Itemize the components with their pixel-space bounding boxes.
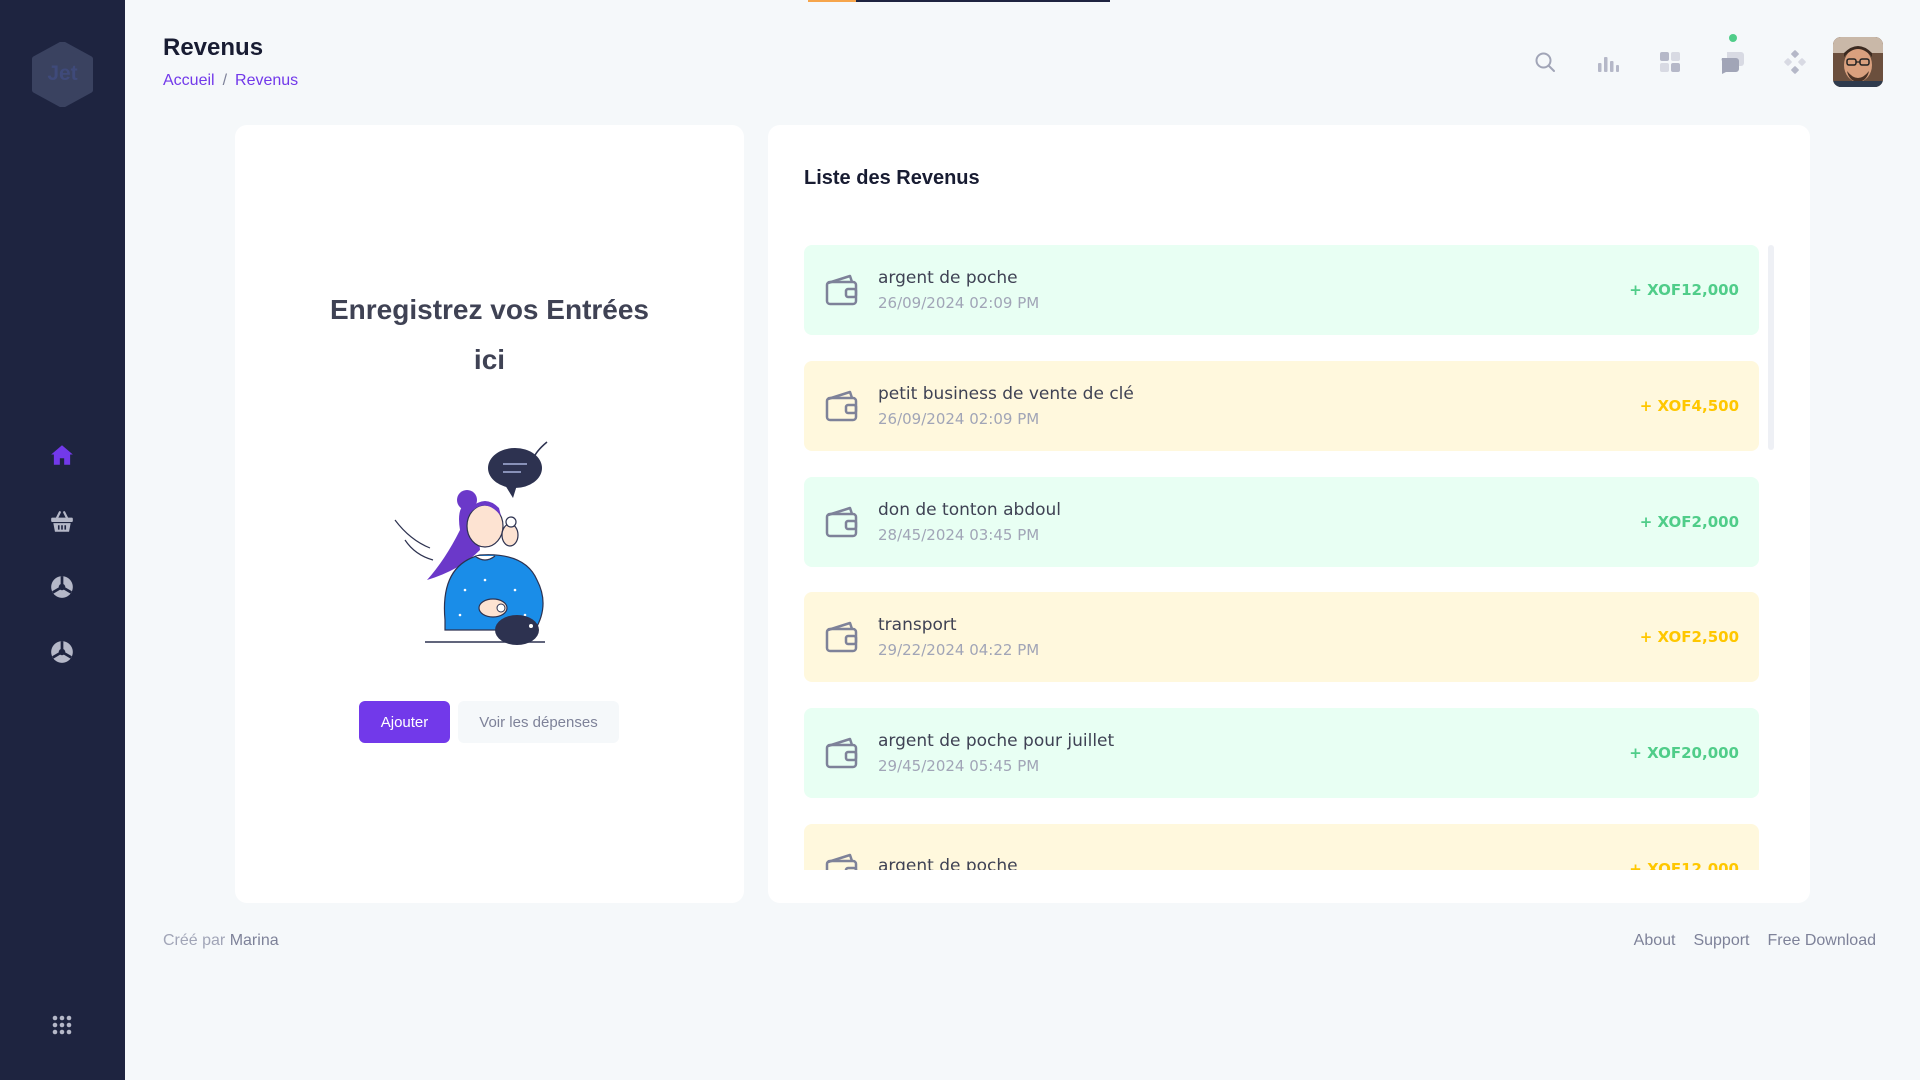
revenue-list-title: Liste des Revenus (804, 167, 980, 189)
diamond-icon (1784, 50, 1806, 74)
logo[interactable]: Jet (32, 42, 93, 107)
revenue-item-name: argent de poche pour juillet (878, 731, 1115, 751)
basket-icon (51, 511, 73, 532)
revenue-item-name: argent de poche (878, 268, 1018, 288)
footer-link-about[interactable]: About (1634, 932, 1676, 950)
sidebar-item-basket[interactable] (47, 507, 77, 537)
apps-menu-button[interactable] (51, 1014, 73, 1036)
user-avatar[interactable] (1833, 37, 1883, 87)
revenue-list-card: Liste des Revenus argent de poche 26/09/… (768, 125, 1810, 903)
revenue-item-amount: + XOF12,000 (1629, 281, 1739, 299)
layout-button[interactable] (1655, 47, 1685, 77)
breadcrumb: Accueil / Revenus (163, 72, 298, 90)
revenue-item-amount: + XOF20,000 (1629, 744, 1739, 762)
revenue-item-text: argent de poche (878, 856, 1629, 870)
notification-dot (1729, 34, 1737, 42)
wallet-icon (825, 737, 858, 769)
footer-prefix: Créé par (163, 932, 226, 949)
revenue-list[interactable]: argent de poche 26/09/2024 02:09 PM + XO… (804, 245, 1764, 870)
revenue-item-name: argent de poche (878, 856, 1018, 870)
logo-text: Jet (47, 62, 78, 85)
avatar-photo (1833, 37, 1883, 87)
footer-credit: Créé par Marina (163, 932, 279, 950)
revenue-item-date: 26/09/2024 02:09 PM (878, 294, 1040, 312)
revenue-item-amount: + XOF4,500 (1639, 397, 1739, 415)
revenue-item[interactable]: argent de poche pour juillet 29/45/2024 … (804, 708, 1759, 798)
revenue-item-date: 29/45/2024 05:45 PM (878, 757, 1040, 775)
revenue-list-scrollbar[interactable] (1768, 245, 1774, 450)
stats-button[interactable] (1593, 47, 1623, 77)
revenue-item[interactable]: argent de poche + XOF12,000 (804, 824, 1759, 870)
grid-icon (1660, 52, 1680, 72)
revenue-item-text: petit business de vente de clé 26/09/202… (878, 384, 1640, 428)
footer-links: About Support Free Download (1634, 932, 1876, 950)
add-income-button[interactable]: Ajouter (359, 701, 450, 743)
sidebar: Jet (0, 0, 125, 1080)
revenue-item-amount: + XOF12,000 (1629, 860, 1739, 870)
search-button[interactable] (1530, 47, 1560, 77)
revenue-item-name: transport (878, 615, 957, 635)
revenue-item[interactable]: petit business de vente de clé 26/09/202… (804, 361, 1759, 451)
apps-button[interactable] (1780, 47, 1810, 77)
revenue-item-date: 26/09/2024 02:09 PM (878, 410, 1040, 428)
revenue-item-name: don de tonton abdoul (878, 500, 1062, 520)
page-title: Revenus (163, 34, 264, 61)
messages-button[interactable] (1717, 47, 1747, 77)
sidebar-item-home[interactable] (47, 440, 77, 470)
wallet-icon (825, 621, 858, 653)
chart-pie-icon (51, 641, 73, 663)
bar-chart-icon (1598, 57, 1619, 72)
revenue-item-amount: + XOF2,500 (1639, 628, 1739, 646)
wallet-icon (825, 390, 858, 422)
home-icon (51, 445, 73, 465)
revenue-item-amount: + XOF2,000 (1639, 513, 1739, 531)
piggy-bank-illustration (394, 441, 548, 645)
add-income-card: Enregistrez vos Entrées ici Ajouter Voir… (235, 125, 744, 903)
promo-actions: Ajouter Voir les dépenses (359, 701, 619, 743)
view-expenses-button[interactable]: Voir les dépenses (458, 701, 619, 743)
apps-grid-icon (52, 1015, 72, 1035)
wallet-icon (825, 274, 858, 306)
saving-illustration (385, 430, 595, 660)
revenue-item-date: 28/45/2024 03:45 PM (878, 526, 1040, 544)
revenue-item-date: 29/22/2024 04:22 PM (878, 641, 1040, 659)
footer-author-link[interactable]: Marina (230, 932, 279, 949)
page-loading-bar-fill (808, 0, 857, 2)
breadcrumb-separator: / (222, 72, 228, 89)
page-loading-bar (808, 0, 1110, 2)
chart-pie-icon (51, 576, 73, 598)
promo-title: Enregistrez vos Entrées ici (329, 294, 650, 375)
revenue-item-text: don de tonton abdoul 28/45/2024 03:45 PM (878, 500, 1640, 544)
chat-icon (1721, 52, 1744, 74)
revenue-item[interactable]: don de tonton abdoul 28/45/2024 03:45 PM… (804, 477, 1759, 567)
wallet-icon (825, 853, 858, 870)
sidebar-item-chart-1[interactable] (47, 572, 77, 602)
breadcrumb-current[interactable]: Revenus (235, 72, 298, 90)
search-icon (1535, 52, 1555, 72)
breadcrumb-home[interactable]: Accueil (163, 72, 215, 90)
revenue-item-text: argent de poche 26/09/2024 02:09 PM (878, 268, 1629, 312)
revenue-item-text: transport 29/22/2024 04:22 PM (878, 615, 1640, 659)
footer-link-support[interactable]: Support (1693, 932, 1749, 950)
sidebar-item-chart-2[interactable] (47, 637, 77, 667)
revenue-item-name: petit business de vente de clé (878, 384, 1134, 404)
revenue-item[interactable]: argent de poche 26/09/2024 02:09 PM + XO… (804, 245, 1759, 335)
footer-link-download[interactable]: Free Download (1768, 932, 1877, 950)
revenue-item-text: argent de poche pour juillet 29/45/2024 … (878, 731, 1629, 775)
revenue-item[interactable]: transport 29/22/2024 04:22 PM + XOF2,500 (804, 592, 1759, 682)
wallet-icon (825, 506, 858, 538)
